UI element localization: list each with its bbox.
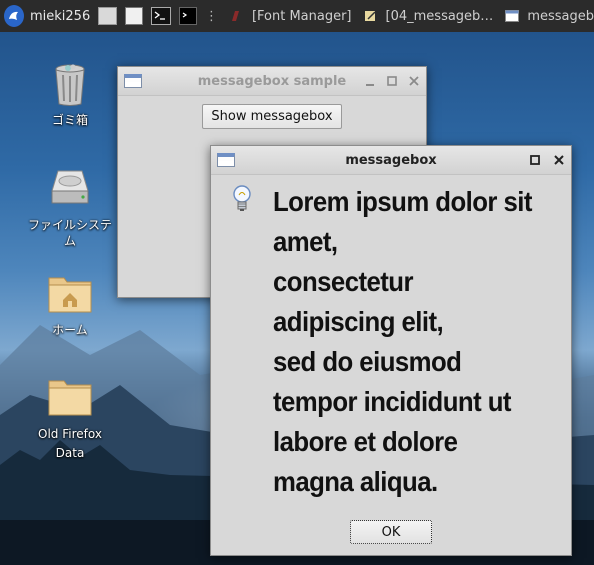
- window-icon: [217, 153, 235, 167]
- dialog-title: messagebox: [345, 152, 437, 168]
- close-icon[interactable]: [553, 154, 565, 166]
- lightbulb-icon: [231, 184, 253, 214]
- terminal-window-icon[interactable]: [178, 7, 197, 25]
- desktop-icon-trash[interactable]: ゴミ箱: [25, 60, 115, 128]
- taskbar-window-editor[interactable]: [04_messageb…: [364, 8, 494, 24]
- desktop-icon-label: ファイルシステム: [27, 218, 112, 248]
- text-editor-icon: [364, 11, 376, 21]
- maximize-icon[interactable]: [386, 75, 398, 87]
- desktop-icon-label: ホーム: [52, 323, 88, 337]
- home-folder-icon: [46, 270, 94, 318]
- ok-button[interactable]: OK: [350, 520, 432, 544]
- terminal-launcher-icon[interactable]: [150, 7, 171, 25]
- desktop-icon-filesystem[interactable]: ファイルシステム: [25, 165, 115, 249]
- desktop-icon-label: Old Firefox Data: [38, 427, 102, 460]
- window-icon: [124, 74, 142, 88]
- font-manager-icon: [231, 11, 239, 21]
- taskbar-window-messagebox[interactable]: messageb: [505, 9, 594, 24]
- file-manager-launcher-icon[interactable]: [124, 7, 143, 25]
- main-window-titlebar[interactable]: messagebox sample: [118, 67, 426, 96]
- app-menu-icon[interactable]: [4, 5, 24, 27]
- folder-icon: [46, 373, 94, 421]
- taskbar-window-label: [Font Manager]: [251, 8, 352, 24]
- show-messagebox-button[interactable]: Show messagebox: [202, 104, 342, 129]
- messagebox-dialog: messagebox Lorem ipsum dolor sit amet, c…: [210, 145, 572, 556]
- taskbar-window-label: [04_messageb…: [385, 8, 494, 24]
- username-label[interactable]: mieki256: [30, 9, 90, 24]
- close-icon[interactable]: [408, 75, 420, 87]
- taskbar-window-label: messageb: [527, 8, 594, 24]
- taskbar-window-font-manager[interactable]: [Font Manager]: [230, 9, 352, 24]
- minimize-icon[interactable]: [364, 75, 376, 87]
- drive-icon: [46, 165, 94, 213]
- window-icon: [505, 10, 520, 22]
- desktop-icon-home[interactable]: ホーム: [25, 270, 115, 338]
- message-text: Lorem ipsum dolor sit amet, consectetur …: [273, 186, 532, 497]
- maximize-icon[interactable]: [529, 154, 541, 166]
- trash-icon: [46, 60, 94, 108]
- dialog-titlebar[interactable]: messagebox: [211, 146, 571, 175]
- desktop-icon-old-firefox-data[interactable]: Old Firefox Data: [25, 373, 115, 463]
- separator-icon: ⋮: [204, 8, 218, 24]
- desktop-icon-label: ゴミ箱: [51, 113, 88, 127]
- taskbar: mieki256 ⋮ [Font Manager] [04_messageb… …: [0, 0, 594, 32]
- show-desktop-icon[interactable]: [98, 7, 117, 25]
